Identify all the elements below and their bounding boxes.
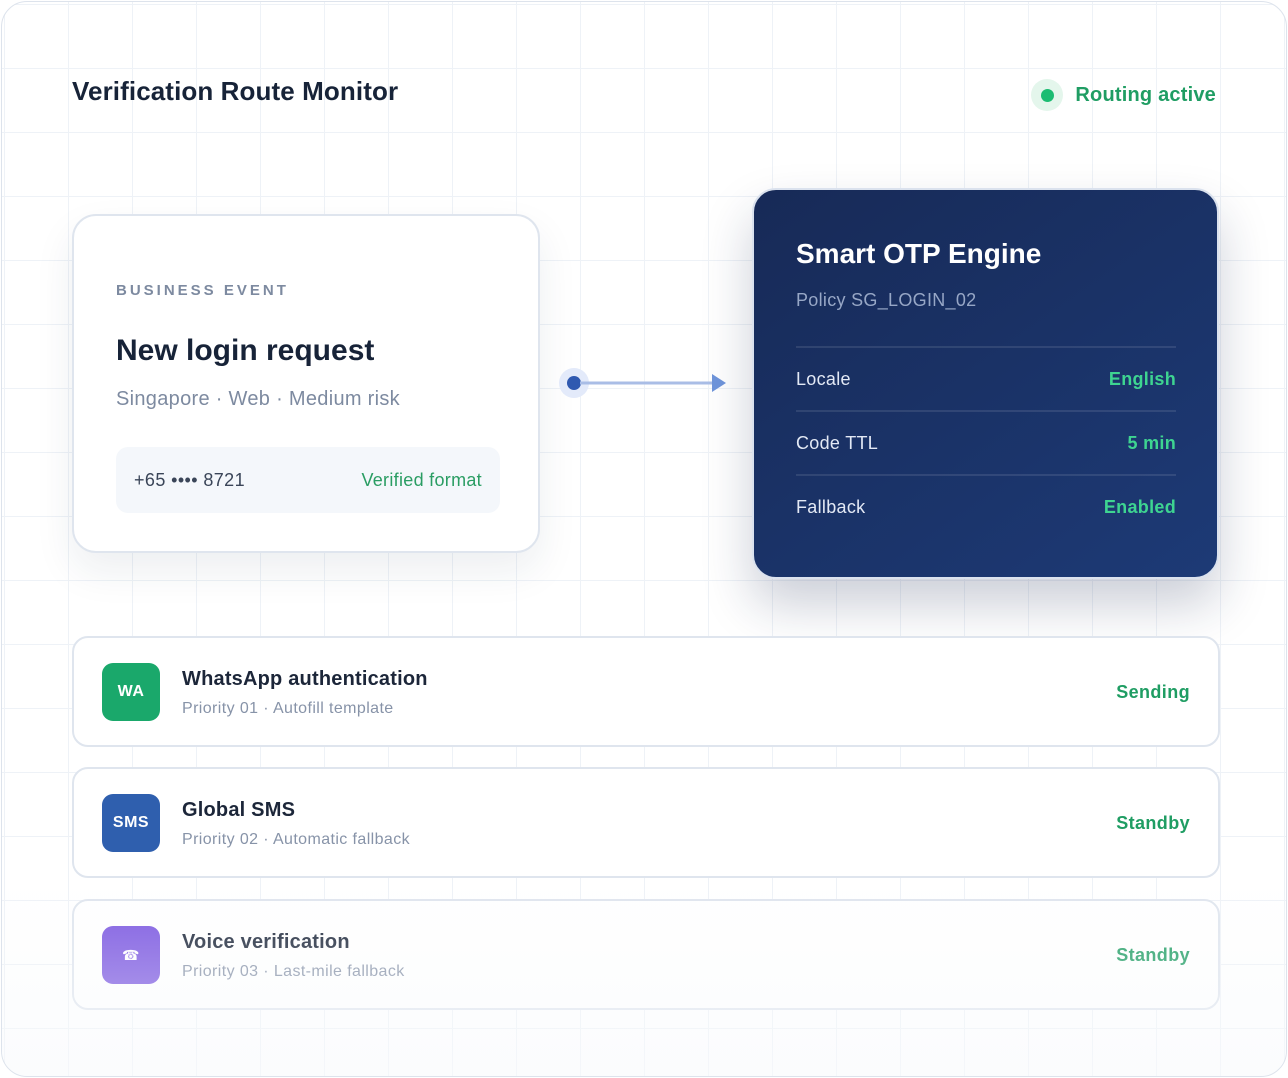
engine-row-label: Fallback [796, 496, 866, 517]
sms-icon: SMS [102, 794, 160, 852]
app-frame: Verification Route Monitor Routing activ… [1, 1, 1287, 1077]
engine-row-label: Locale [796, 368, 851, 389]
engine-row-value: English [1108, 368, 1176, 389]
channel-description: Priority 03 · Last-mile fallback [182, 963, 405, 980]
business-event-card[interactable]: BUSINESS EVENT New login request Singapo… [72, 214, 540, 553]
channel-description: Priority 01 · Autofill template [182, 700, 394, 717]
channel-name: Voice verification [182, 931, 350, 953]
otp-engine-card[interactable]: Smart OTP Engine Policy SG_LOGIN_02 Loca… [752, 188, 1219, 579]
channel-description: Priority 02 · Automatic fallback [182, 831, 410, 848]
engine-row-value: Enabled [1103, 496, 1176, 517]
engine-title: Smart OTP Engine [796, 238, 1042, 269]
status-indicator-icon [1031, 79, 1064, 111]
connector-arrowhead-icon [712, 374, 726, 392]
channel-name: Global SMS [182, 799, 296, 821]
status-dot [1040, 88, 1054, 102]
engine-row-label: Code TTL [796, 432, 879, 453]
phone-number-box: +65 •••• 8721 Verified format [116, 447, 500, 513]
phone-verified-status: Verified format [361, 469, 482, 490]
channel-name: WhatsApp authentication [182, 668, 428, 690]
engine-row-value: 5 min [1127, 432, 1176, 453]
channel-status: Standby [1116, 945, 1190, 965]
engine-policy: Policy SG_LOGIN_02 [796, 290, 977, 310]
routing-status: Routing active [1031, 78, 1216, 112]
engine-row-fallback: Fallback Enabled [796, 474, 1176, 538]
page-title: Verification Route Monitor [72, 76, 399, 106]
engine-row-locale: Locale English [796, 346, 1176, 410]
channel-whatsapp[interactable]: WA WhatsApp authentication Priority 01 ·… [72, 636, 1220, 747]
phone-icon: ☎ [102, 926, 160, 984]
channel-sms[interactable]: SMS Global SMS Priority 02 · Automatic f… [72, 767, 1220, 878]
whatsapp-icon: WA [102, 663, 160, 721]
connector-start-dot [567, 376, 581, 390]
engine-row-code-ttl: Code TTL 5 min [796, 410, 1176, 474]
event-eyebrow: BUSINESS EVENT [116, 282, 289, 299]
phone-number: +65 •••• 8721 [134, 469, 245, 490]
channel-voice[interactable]: ☎ Voice verification Priority 03 · Last-… [72, 899, 1220, 1010]
engine-settings: Locale English Code TTL 5 min Fallback E… [796, 346, 1176, 538]
channel-status: Standby [1116, 813, 1190, 833]
channel-status: Sending [1116, 682, 1190, 702]
event-title: New login request [116, 334, 375, 367]
status-text: Routing active [1075, 83, 1216, 106]
event-meta: Singapore · Web · Medium risk [116, 388, 400, 410]
flow-connector [559, 368, 726, 398]
